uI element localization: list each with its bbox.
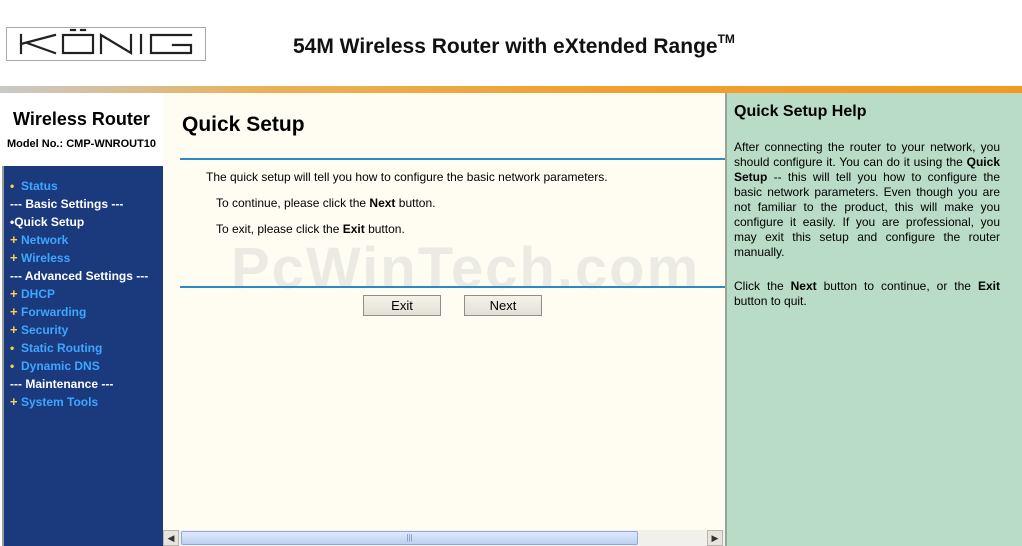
section-heading-basic-settings: --- Basic Settings --- bbox=[10, 197, 124, 211]
main-content: Quick Setup The quick setup will tell yo… bbox=[163, 93, 725, 546]
exit-instruction: To exit, please click the Exit button. bbox=[216, 222, 405, 236]
header-title: 54M Wireless Router with eXtended RangeT… bbox=[293, 32, 735, 58]
exit-button[interactable]: Exit bbox=[363, 295, 441, 316]
sidebar-item-forwarding[interactable]: + Forwarding bbox=[10, 303, 86, 321]
horizontal-scrollbar[interactable]: ◀ ||| ▶ bbox=[163, 530, 725, 546]
scroll-left-arrow-icon[interactable]: ◀ bbox=[163, 530, 179, 546]
konig-logo bbox=[6, 27, 206, 61]
watermark: PcWinTech.com bbox=[231, 236, 701, 301]
expand-plus-icon: + bbox=[10, 304, 18, 319]
sidebar-item-wireless[interactable]: + Wireless bbox=[10, 249, 70, 267]
header-accent-bar bbox=[0, 86, 1022, 93]
expand-plus-icon: + bbox=[10, 232, 18, 247]
help-panel: Quick Setup Help After connecting the ro… bbox=[725, 93, 1022, 546]
divider-top bbox=[180, 158, 725, 160]
scrollbar-thumb[interactable]: ||| bbox=[181, 531, 638, 545]
sidebar-item-security[interactable]: + Security bbox=[10, 321, 68, 339]
expand-plus-icon: + bbox=[10, 286, 18, 301]
section-heading-advanced-settings: --- Advanced Settings --- bbox=[10, 269, 149, 283]
sidebar: Wireless Router Model No.: CMP-WNROUT10 … bbox=[0, 93, 163, 546]
sidebar-item-dynamic-dns[interactable]: • Dynamic DNS bbox=[10, 357, 100, 375]
help-paragraph-2: Click the Next button to continue, or th… bbox=[734, 279, 1000, 308]
sidebar-item-dhcp[interactable]: + DHCP bbox=[10, 285, 55, 303]
sidebar-item-system-tools[interactable]: + System Tools bbox=[10, 393, 98, 411]
bullet-icon: • bbox=[10, 359, 15, 373]
bullet-icon: • bbox=[10, 341, 15, 355]
sidebar-nav: • Status --- Basic Settings --- •Quick Se… bbox=[2, 166, 163, 546]
next-button[interactable]: Next bbox=[464, 295, 542, 316]
header-banner: 54M Wireless Router with eXtended RangeT… bbox=[0, 0, 1022, 86]
sidebar-item-static-routing[interactable]: • Static Routing bbox=[10, 339, 102, 357]
help-paragraph-1: After connecting the router to your netw… bbox=[734, 140, 1000, 259]
page-title: Quick Setup bbox=[182, 113, 305, 136]
logo-lettering-icon bbox=[19, 28, 193, 55]
divider-bottom bbox=[180, 286, 725, 288]
continue-instruction: To continue, please click the Next butto… bbox=[216, 196, 436, 210]
sidebar-title: Wireless Router bbox=[13, 109, 150, 129]
sidebar-brand: Wireless Router Model No.: CMP-WNROUT10 bbox=[0, 93, 163, 166]
bullet-icon: • bbox=[10, 179, 15, 193]
expand-plus-icon: + bbox=[10, 250, 18, 265]
sidebar-item-quick-setup[interactable]: •Quick Setup bbox=[10, 213, 84, 231]
scroll-right-arrow-icon[interactable]: ▶ bbox=[707, 530, 723, 546]
expand-plus-icon: + bbox=[10, 394, 18, 409]
help-title: Quick Setup Help bbox=[734, 103, 867, 120]
sidebar-item-status[interactable]: • Status bbox=[10, 177, 58, 195]
section-heading-maintenance: --- Maintenance --- bbox=[10, 377, 114, 391]
intro-text: The quick setup will tell you how to con… bbox=[206, 170, 608, 184]
expand-plus-icon: + bbox=[10, 322, 18, 337]
model-number: Model No.: CMP-WNROUT10 bbox=[6, 138, 157, 150]
sidebar-item-network[interactable]: + Network bbox=[10, 231, 68, 249]
